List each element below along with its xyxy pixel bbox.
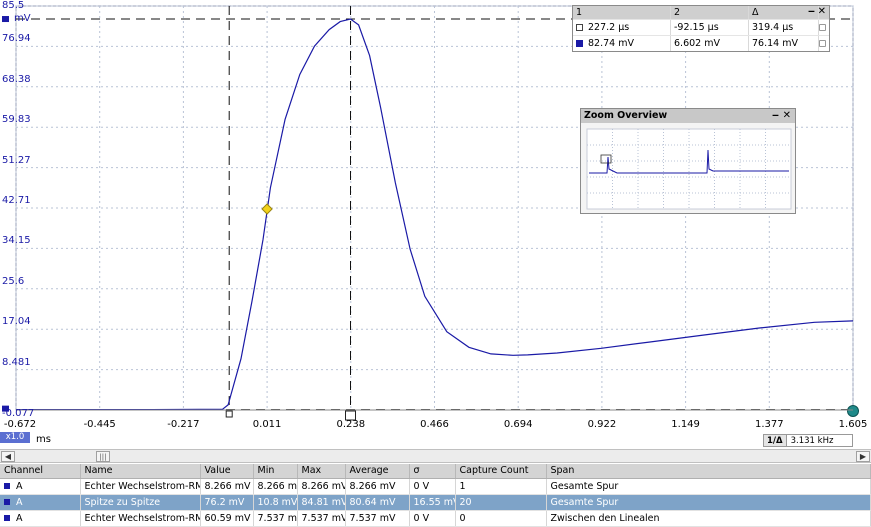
voltage-ruler-icon — [576, 40, 583, 47]
minimize-icon[interactable]: ‒ — [772, 109, 779, 123]
x-tick-label: 1.605 — [838, 419, 868, 430]
minimize-icon[interactable]: ‒ — [808, 6, 815, 18]
x-multiplier-badge[interactable]: x1.0 — [0, 432, 30, 443]
y-unit-label: mV — [14, 13, 31, 24]
scroll-left-icon[interactable]: ◀ — [1, 451, 15, 462]
col-name[interactable]: Name — [80, 464, 201, 479]
col-sigma[interactable]: σ — [409, 464, 456, 479]
voltage-ruler-1-handle — [2, 16, 9, 23]
close-icon[interactable]: ✕ — [783, 109, 791, 123]
ruler-col-1: 1 — [573, 6, 671, 19]
ruler1-voltage: 82.74 mV — [588, 38, 634, 49]
x-tick-label: 0.694 — [503, 419, 533, 430]
waveform-plot[interactable] — [0, 0, 871, 450]
table-row[interactable]: A Echter Wechselstrom-RMS 8.266 mV 8.266… — [0, 478, 871, 495]
col-span[interactable]: Span — [546, 464, 871, 479]
table-row[interactable]: A Spitze zu Spitze 76.2 mV 10.8 mV 84.81… — [0, 494, 871, 511]
y-tick-label: 68.38 — [2, 73, 31, 85]
y-tick-label: 51.27 — [2, 154, 31, 166]
y-tick-label: -0.077 — [2, 408, 35, 419]
y-tick-label: 8.481 — [2, 356, 31, 368]
x-tick-label: 0.466 — [420, 419, 449, 430]
x-tick-label: 1.149 — [671, 419, 700, 430]
close-icon[interactable]: ✕ — [818, 6, 826, 18]
y-tick-label: 59.83 — [2, 114, 31, 126]
x-tick-label: -0.445 — [83, 419, 116, 430]
x-tick-label: 0.011 — [252, 419, 282, 430]
ruler2-time: -92.15 µs — [671, 20, 749, 35]
ruler-legend-panel: 1 2 Δ ‒ ✕ 227.2 µs -92.15 µs 319.4 µs 82… — [572, 5, 830, 52]
lock-icon[interactable] — [819, 24, 826, 31]
x-tick-label: 0.922 — [587, 419, 617, 430]
ruler2-voltage: 6.602 mV — [671, 36, 749, 51]
time-offset-handle — [847, 405, 859, 417]
measurements-table: Channel Name Value Min Max Average σ Cap… — [0, 464, 871, 527]
x-tick-label: -0.217 — [167, 419, 200, 430]
col-value[interactable]: Value — [200, 464, 254, 479]
y-tick-label: 42.71 — [2, 195, 31, 206]
time-ruler-1-handle — [225, 410, 233, 418]
x-axis-unit: ms — [36, 434, 51, 445]
col-max[interactable]: Max — [297, 464, 346, 479]
x-tick-label: 1.377 — [754, 419, 784, 430]
scroll-thumb[interactable]: ||| — [96, 451, 110, 462]
channel-color-icon — [4, 482, 10, 489]
frequency-value: 3.131 kHz — [790, 435, 834, 446]
zoom-overview-title: Zoom Overview — [584, 110, 668, 121]
y-tick-label: 17.04 — [2, 316, 31, 328]
scroll-right-icon[interactable]: ▶ — [856, 451, 870, 462]
zoom-overview-panel[interactable]: Zoom Overview ‒ ✕ — [580, 108, 796, 214]
x-tick-label: -0.672 — [3, 419, 37, 430]
ruler1-time: 227.2 µs — [588, 22, 630, 33]
y-tick-label: 76.94 — [2, 33, 31, 45]
time-ruler-icon — [576, 24, 583, 31]
horizontal-scrollbar[interactable]: ◀ ||| ▶ — [0, 449, 871, 463]
col-channel[interactable]: Channel — [0, 464, 81, 479]
col-capture-count[interactable]: Capture Count — [455, 464, 547, 479]
x-tick-label: 0.238 — [336, 419, 366, 430]
channel-color-icon — [4, 498, 10, 505]
lock-icon[interactable] — [819, 40, 826, 47]
frequency-toggle-button[interactable]: 1/Δ — [764, 435, 787, 446]
zoom-overview-thumbnail[interactable] — [581, 123, 795, 213]
table-row[interactable]: A Echter Wechselstrom-RMS 60.59 mV 7.537… — [0, 510, 871, 527]
y-tick-label: 85.5 — [2, 0, 25, 11]
ruler-col-2: 2 — [671, 6, 749, 19]
delta-time: 319.4 µs — [749, 20, 819, 35]
channel-color-icon — [4, 514, 10, 521]
frequency-readout: 1/Δ 3.131 kHz — [763, 434, 853, 447]
col-min[interactable]: Min — [253, 464, 298, 479]
col-average[interactable]: Average — [345, 464, 410, 479]
y-tick-label: 34.15 — [2, 235, 31, 247]
oscilloscope-view[interactable]: 85.5 76.94 68.38 59.83 51.27 42.71 34.15 25.6 17… — [0, 0, 871, 450]
y-tick-label: 25.6 — [2, 275, 25, 287]
delta-voltage: 76.14 mV — [749, 36, 819, 51]
